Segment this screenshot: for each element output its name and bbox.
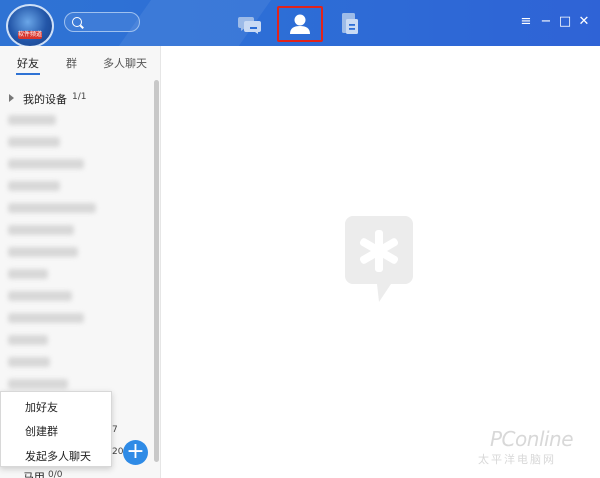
blurred-group-row[interactable] (8, 181, 60, 191)
group-count: 0/0 (48, 470, 63, 478)
blurred-group-row[interactable] (8, 291, 72, 301)
group-count: 7 (112, 425, 118, 435)
user-avatar[interactable]: 软件频道 (6, 4, 54, 46)
nav-contacts-button[interactable] (277, 6, 323, 42)
watermark-logo: PConline 太平洋电脑网 (478, 427, 598, 475)
expand-arrow-icon (9, 94, 14, 102)
search-input[interactable] (87, 15, 137, 29)
add-context-menu: 加好友 创建群 发起多人聊天 (0, 391, 112, 467)
tab-multi-chat[interactable]: 多人聊天 (103, 55, 147, 71)
minimize-button[interactable]: − (538, 14, 554, 30)
menu-button[interactable]: ≡ (518, 14, 534, 30)
blurred-group-row[interactable] (8, 225, 74, 235)
blurred-group-row[interactable] (8, 379, 68, 389)
tab-friends[interactable]: 好友 (17, 55, 39, 71)
blurred-group-row[interactable] (8, 137, 60, 147)
blurred-group-row[interactable] (8, 115, 56, 125)
menu-item-create-group[interactable]: 创建群 (25, 423, 58, 439)
blurred-group-row[interactable] (8, 269, 48, 279)
blurred-group-row[interactable] (8, 335, 48, 345)
search-box[interactable] (64, 12, 140, 32)
group-majia[interactable]: 马甲 0/0 (0, 466, 150, 478)
blurred-group-row[interactable] (8, 203, 96, 213)
watermark-brand: PConline (490, 427, 574, 451)
title-bar: 软件频道 ≡ − □ ✕ (0, 0, 600, 46)
nav-messages-button[interactable] (228, 7, 272, 41)
blurred-group-row[interactable] (8, 357, 50, 367)
group-my-devices[interactable]: 我的设备 1/1 (0, 88, 150, 110)
contacts-scrollbar[interactable] (154, 80, 159, 462)
tab-groups[interactable]: 群 (66, 55, 77, 71)
blurred-group-row[interactable] (8, 313, 84, 323)
close-button[interactable]: ✕ (576, 14, 592, 30)
blurred-group-row[interactable] (8, 159, 84, 169)
group-count: 1/1 (72, 92, 87, 102)
menu-item-add-friend[interactable]: 加好友 (25, 399, 58, 415)
blurred-group-row[interactable] (8, 247, 78, 257)
add-button[interactable]: + (123, 440, 148, 465)
maximize-button[interactable]: □ (557, 14, 573, 30)
contacts-icon (290, 14, 310, 34)
menu-item-start-multi-chat[interactable]: 发起多人聊天 (25, 448, 91, 464)
group-name: 马甲 (23, 471, 45, 478)
avatar-label: 软件频道 (18, 31, 43, 39)
nav-files-button[interactable] (328, 7, 372, 41)
active-tab-indicator (16, 73, 40, 75)
empty-state-icon (345, 216, 413, 304)
chat-icon (238, 17, 261, 34)
search-icon-handle (80, 24, 84, 29)
group-name: 我的设备 (23, 93, 67, 106)
file-icon (342, 13, 358, 34)
contacts-tabs: 好友 群 多人聊天 (0, 46, 160, 76)
watermark-subtitle: 太平洋电脑网 (478, 453, 556, 466)
